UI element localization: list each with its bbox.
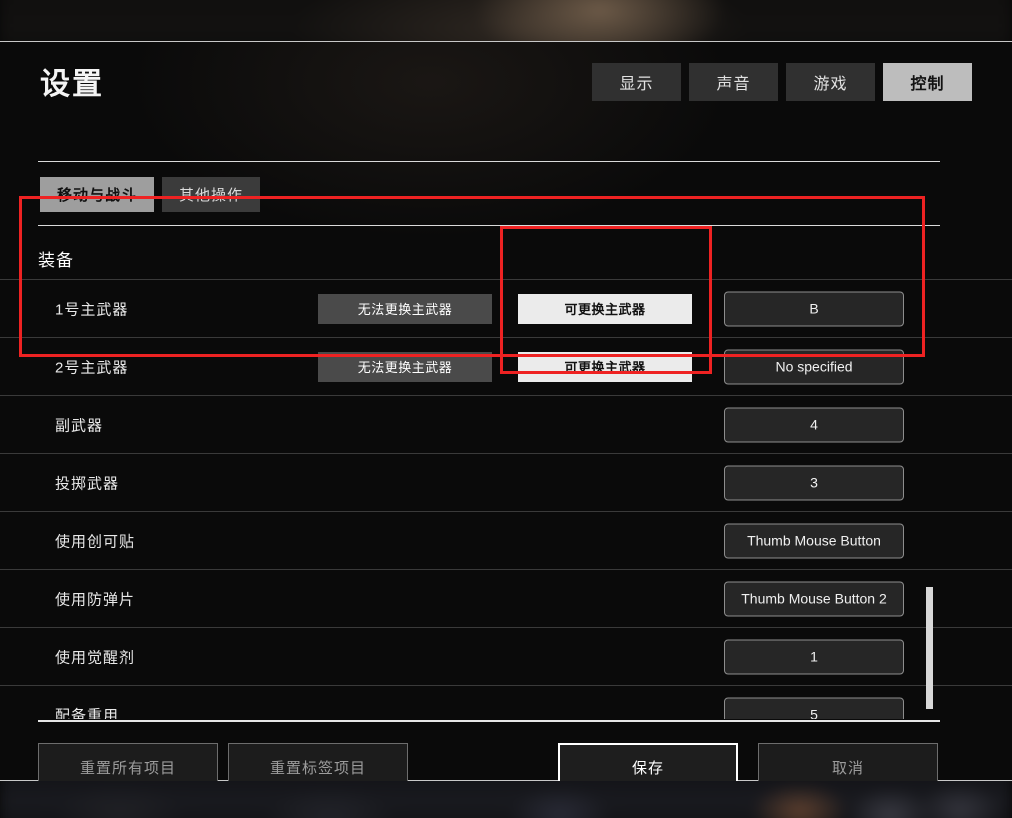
keybind-button[interactable]: 5	[724, 697, 904, 719]
table-row: 配备重用 5	[0, 685, 1012, 719]
row-label: 使用防弹片	[55, 591, 136, 608]
background-top-blur	[0, 0, 1012, 41]
table-row: 1号主武器 无法更换主武器 可更换主武器 B	[0, 279, 1012, 337]
keybind-button[interactable]: Thumb Mouse Button 2	[724, 581, 904, 616]
keybind-button[interactable]: Thumb Mouse Button	[724, 523, 904, 558]
option-can-swap-primary[interactable]: 可更换主武器	[518, 351, 692, 382]
option-can-swap-primary[interactable]: 可更换主武器	[518, 293, 692, 324]
background-glow-bottom	[0, 781, 1012, 818]
tab-game[interactable]: 游戏	[786, 63, 875, 101]
tab-display[interactable]: 显示	[592, 63, 681, 101]
option-cannot-swap-primary[interactable]: 无法更换主武器	[318, 351, 492, 382]
section-title-equipment: 装备	[38, 251, 74, 270]
row-label: 2号主武器	[55, 359, 129, 376]
keybind-button[interactable]: 3	[724, 465, 904, 500]
row-label: 配备重用	[55, 707, 120, 719]
keybind-button[interactable]: 4	[724, 407, 904, 442]
settings-rows: 1号主武器 无法更换主武器 可更换主武器 B 2号主武器 无法更换主武器 可更换…	[0, 279, 1012, 719]
row-label: 1号主武器	[55, 301, 129, 318]
header-divider	[38, 161, 940, 162]
settings-footer: 重置所有项目 重置标签项目 保存 取消	[0, 734, 1012, 791]
settings-header: 设置 显示 声音 游戏 控制	[0, 42, 1012, 108]
tab-sound[interactable]: 声音	[689, 63, 778, 101]
settings-panel: 设置 显示 声音 游戏 控制 移动与战斗 其他操作 装备 1号主武器 无法更换主…	[0, 41, 1012, 791]
table-row: 使用防弹片 Thumb Mouse Button 2	[0, 569, 1012, 627]
row-label: 使用觉醒剂	[55, 649, 136, 666]
subtab-movement-combat[interactable]: 移动与战斗	[40, 177, 155, 212]
category-tab-bar: 显示 声音 游戏 控制	[592, 63, 972, 101]
keybind-button[interactable]: No specified	[724, 349, 904, 384]
table-row: 投掷武器 3	[0, 453, 1012, 511]
scrollbar-thumb[interactable]	[926, 587, 933, 709]
keybind-button[interactable]: 1	[724, 639, 904, 674]
row-label: 副武器	[55, 417, 104, 434]
background-glow-top	[0, 0, 1012, 41]
subtab-divider	[38, 225, 940, 226]
tab-controls[interactable]: 控制	[883, 63, 972, 101]
table-row: 使用觉醒剂 1	[0, 627, 1012, 685]
subtab-other-actions[interactable]: 其他操作	[162, 177, 261, 212]
row-label: 投掷武器	[55, 475, 120, 492]
footer-divider	[38, 720, 940, 722]
page-title: 设置	[40, 68, 104, 101]
keybind-button[interactable]: B	[724, 291, 904, 326]
sub-tab-bar: 移动与战斗 其他操作	[40, 177, 261, 212]
table-row: 使用创可贴 Thumb Mouse Button	[0, 511, 1012, 569]
table-row: 副武器 4	[0, 395, 1012, 453]
settings-scroll-list: 装备 1号主武器 无法更换主武器 可更换主武器 B 2号主武器 无法更换主武器 …	[0, 232, 1012, 719]
option-cannot-swap-primary[interactable]: 无法更换主武器	[318, 293, 492, 324]
background-bottom-blur	[0, 781, 1012, 818]
row-label: 使用创可贴	[55, 533, 136, 550]
table-row: 2号主武器 无法更换主武器 可更换主武器 No specified	[0, 337, 1012, 395]
